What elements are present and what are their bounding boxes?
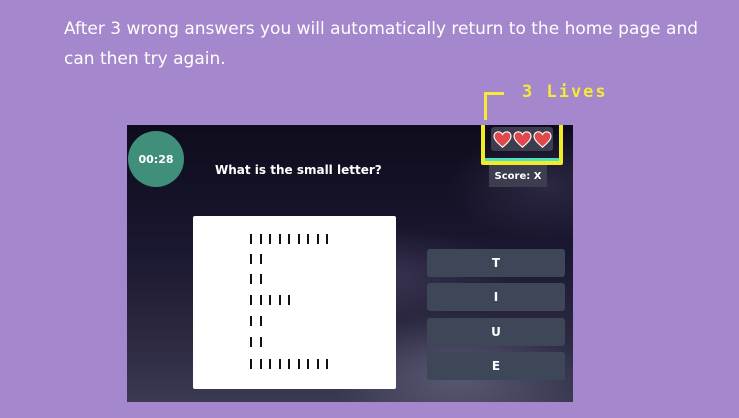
letter-bar [250, 295, 252, 305]
timer-badge: 00:28 [128, 131, 184, 187]
letter-bar [326, 234, 328, 244]
letter-bar [288, 234, 290, 244]
letter-bar [259, 316, 262, 326]
answer-button-i[interactable]: I [427, 283, 565, 311]
letter-bar [316, 234, 319, 244]
letter-bar [259, 337, 262, 347]
letter-bar [250, 316, 252, 326]
letter-bar [297, 234, 300, 244]
game-screenshot: 00:28 What is the small letter? Score: X… [127, 125, 573, 402]
letter-bar [307, 234, 309, 244]
letter-bar [278, 234, 281, 244]
letter-bar [259, 254, 262, 264]
letter-card [193, 216, 396, 389]
letter-bar [259, 234, 262, 244]
letter-bar [278, 295, 281, 305]
letter-bar [250, 274, 252, 284]
letter-bar [250, 359, 252, 369]
lives-highlight-box [481, 125, 563, 165]
letter-bar [269, 359, 271, 369]
letter-bar [288, 359, 290, 369]
letter-bar [316, 359, 319, 369]
letter-bar [269, 295, 271, 305]
letter-bar [278, 359, 281, 369]
letter-bar [259, 359, 262, 369]
question-text: What is the small letter? [215, 163, 382, 177]
answer-button-e[interactable]: E [427, 352, 565, 380]
letter-bar [250, 337, 252, 347]
callout-line-vertical [484, 92, 487, 120]
callout-line-horizontal [484, 92, 504, 95]
letter-bar [259, 274, 262, 284]
lives-callout-label: 3 Lives [522, 82, 608, 102]
answer-button-t[interactable]: T [427, 249, 565, 277]
letter-bar [307, 359, 309, 369]
letter-bar [269, 234, 271, 244]
letter-bar [288, 295, 290, 305]
instructions-text: After 3 wrong answers you will automatic… [64, 19, 699, 69]
letter-bar [326, 359, 328, 369]
answer-button-u[interactable]: U [427, 318, 565, 346]
letter-bar [259, 295, 262, 305]
letter-bar [250, 254, 252, 264]
letter-bar [297, 359, 300, 369]
letter-bar [250, 234, 252, 244]
score-badge: Score: X [489, 165, 547, 187]
